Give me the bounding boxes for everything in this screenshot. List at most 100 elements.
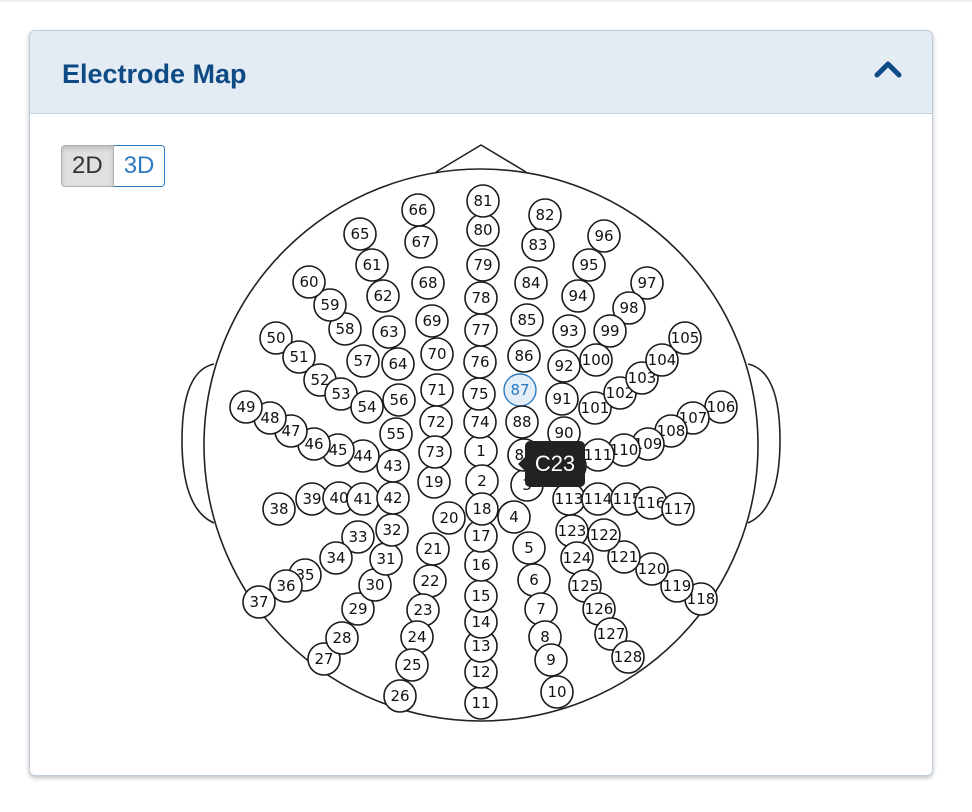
electrode-56[interactable]: 56 bbox=[382, 383, 416, 417]
electrode-label: 25 bbox=[402, 656, 421, 674]
electrode-label: 11 bbox=[471, 694, 490, 712]
electrode-54[interactable]: 54 bbox=[350, 390, 384, 424]
electrode-label: 58 bbox=[335, 320, 354, 338]
electrode-24[interactable]: 24 bbox=[400, 620, 434, 654]
electrode-20[interactable]: 20 bbox=[432, 501, 466, 535]
electrode-label: 85 bbox=[517, 311, 536, 329]
electrode-80[interactable]: 80 bbox=[466, 213, 500, 247]
electrode-67[interactable]: 67 bbox=[404, 225, 438, 259]
electrode-32[interactable]: 32 bbox=[375, 513, 409, 547]
electrode-5[interactable]: 5 bbox=[512, 531, 546, 565]
electrode-106[interactable]: 106 bbox=[704, 390, 738, 424]
electrode-label: 63 bbox=[379, 323, 398, 341]
electrode-38[interactable]: 38 bbox=[262, 492, 296, 526]
electrode-28[interactable]: 28 bbox=[325, 621, 359, 655]
electrode-62[interactable]: 62 bbox=[366, 279, 400, 313]
electrode-label: 48 bbox=[260, 409, 279, 427]
electrode-64[interactable]: 64 bbox=[381, 347, 415, 381]
electrode-22[interactable]: 22 bbox=[413, 564, 447, 598]
electrode-68[interactable]: 68 bbox=[411, 266, 445, 300]
electrode-4[interactable]: 4 bbox=[497, 500, 531, 534]
electrode-84[interactable]: 84 bbox=[514, 266, 548, 300]
electrode-83[interactable]: 83 bbox=[521, 228, 555, 262]
electrode-16[interactable]: 16 bbox=[464, 548, 498, 582]
electrode-76[interactable]: 76 bbox=[463, 345, 497, 379]
electrode-11[interactable]: 11 bbox=[464, 686, 498, 720]
electrode-37[interactable]: 37 bbox=[242, 585, 276, 619]
electrode-75[interactable]: 75 bbox=[462, 377, 496, 411]
electrode-99[interactable]: 99 bbox=[593, 314, 627, 348]
electrode-10[interactable]: 10 bbox=[540, 675, 574, 709]
electrode-43[interactable]: 43 bbox=[376, 449, 410, 483]
electrode-57[interactable]: 57 bbox=[346, 344, 380, 378]
electrode-92[interactable]: 92 bbox=[547, 349, 581, 383]
electrode-63[interactable]: 63 bbox=[372, 315, 406, 349]
electrode-label: 26 bbox=[390, 687, 409, 705]
electrode-86[interactable]: 86 bbox=[507, 339, 541, 373]
electrode-label: 79 bbox=[473, 256, 492, 274]
electrode-94[interactable]: 94 bbox=[561, 279, 595, 313]
electrode-label: 38 bbox=[269, 500, 288, 518]
electrode-81[interactable]: 81 bbox=[466, 184, 500, 218]
electrode-label: 127 bbox=[597, 625, 626, 643]
electrode-label: 81 bbox=[473, 192, 492, 210]
electrode-91[interactable]: 91 bbox=[545, 382, 579, 416]
electrode-1[interactable]: 1 bbox=[464, 434, 498, 468]
electrode-49[interactable]: 49 bbox=[229, 390, 263, 424]
electrode-19[interactable]: 19 bbox=[417, 465, 451, 499]
electrode-15[interactable]: 15 bbox=[464, 579, 498, 613]
electrode-label: 43 bbox=[383, 457, 402, 475]
electrode-label: 72 bbox=[426, 413, 445, 431]
electrode-7[interactable]: 7 bbox=[524, 592, 558, 626]
electrode-82[interactable]: 82 bbox=[528, 198, 562, 232]
electrode-25[interactable]: 25 bbox=[395, 648, 429, 682]
electrode-93[interactable]: 93 bbox=[552, 314, 586, 348]
electrode-120[interactable]: 120 bbox=[635, 552, 669, 586]
electrode-label: 28 bbox=[332, 629, 351, 647]
electrode-41[interactable]: 41 bbox=[346, 482, 380, 516]
electrode-77[interactable]: 77 bbox=[464, 313, 498, 347]
electrode-95[interactable]: 95 bbox=[572, 248, 606, 282]
electrode-65[interactable]: 65 bbox=[343, 217, 377, 251]
electrode-85[interactable]: 85 bbox=[510, 303, 544, 337]
electrode-73[interactable]: 73 bbox=[418, 435, 452, 469]
electrode-100[interactable]: 100 bbox=[579, 343, 613, 377]
electrode-tooltip: C23 bbox=[518, 441, 585, 487]
electrode-79[interactable]: 79 bbox=[466, 248, 500, 282]
electrode-label: 70 bbox=[427, 345, 446, 363]
electrode-113[interactable]: 113 bbox=[552, 482, 586, 516]
electrode-105[interactable]: 105 bbox=[668, 321, 702, 355]
electrode-114[interactable]: 114 bbox=[581, 482, 615, 516]
electrode-26[interactable]: 26 bbox=[383, 679, 417, 713]
electrode-label: 53 bbox=[331, 385, 350, 403]
electrode-60[interactable]: 60 bbox=[292, 265, 326, 299]
electrode-31[interactable]: 31 bbox=[369, 542, 403, 576]
electrode-111[interactable]: 111 bbox=[581, 438, 615, 472]
electrode-34[interactable]: 34 bbox=[319, 541, 353, 575]
electrode-69[interactable]: 69 bbox=[415, 304, 449, 338]
electrode-label: 6 bbox=[529, 571, 539, 589]
electrode-87[interactable]: 87 bbox=[503, 373, 537, 407]
electrode-label: 19 bbox=[424, 473, 443, 491]
electrode-122[interactable]: 122 bbox=[587, 518, 621, 552]
electrode-74[interactable]: 74 bbox=[463, 405, 497, 439]
electrode-21[interactable]: 21 bbox=[416, 532, 450, 566]
electrode-78[interactable]: 78 bbox=[464, 281, 498, 315]
electrode-96[interactable]: 96 bbox=[587, 219, 621, 253]
electrode-66[interactable]: 66 bbox=[401, 193, 435, 227]
electrode-88[interactable]: 88 bbox=[505, 405, 539, 439]
electrode-9[interactable]: 9 bbox=[534, 643, 568, 677]
electrode-label: 121 bbox=[610, 548, 639, 566]
electrode-55[interactable]: 55 bbox=[379, 417, 413, 451]
electrode-42[interactable]: 42 bbox=[376, 481, 410, 515]
electrode-label: 60 bbox=[299, 273, 318, 291]
electrode-124[interactable]: 124 bbox=[560, 541, 594, 575]
electrode-128[interactable]: 128 bbox=[611, 640, 645, 674]
electrode-6[interactable]: 6 bbox=[517, 563, 551, 597]
electrode-18[interactable]: 18 bbox=[465, 492, 499, 526]
electrode-72[interactable]: 72 bbox=[419, 405, 453, 439]
electrode-71[interactable]: 71 bbox=[420, 373, 454, 407]
electrode-70[interactable]: 70 bbox=[420, 337, 454, 371]
electrode-61[interactable]: 61 bbox=[355, 248, 389, 282]
electrode-117[interactable]: 117 bbox=[661, 492, 695, 526]
